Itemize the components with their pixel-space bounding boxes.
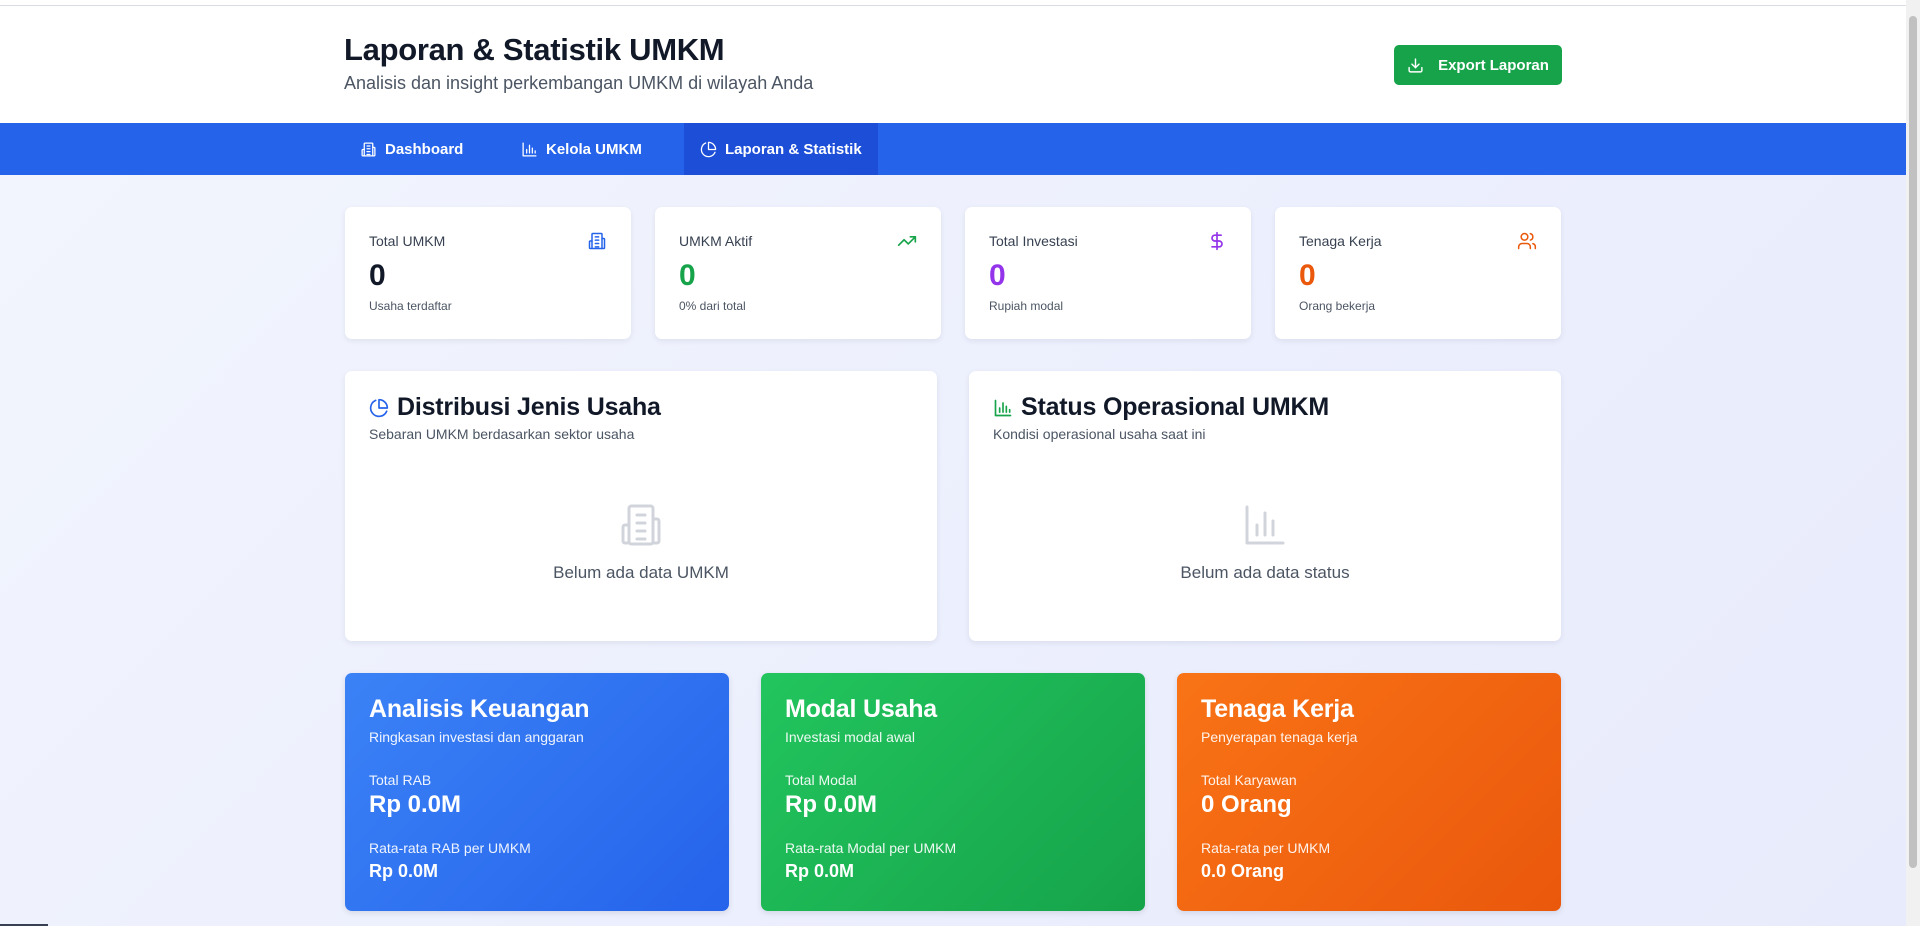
download-icon bbox=[1408, 57, 1423, 73]
vertical-scrollbar[interactable] bbox=[1906, 0, 1920, 926]
stat-label: Total Investasi bbox=[989, 233, 1078, 249]
stat-note: Rupiah modal bbox=[989, 299, 1064, 313]
building-icon bbox=[588, 232, 606, 250]
page-title: Laporan & Statistik UMKM bbox=[344, 32, 725, 67]
dollar-icon bbox=[1211, 231, 1223, 251]
scrollbar-thumb[interactable] bbox=[1909, 16, 1917, 868]
stat-card-tenaga-kerja: Tenaga Kerja 0 Orang bekerja bbox=[1275, 207, 1561, 339]
stat-card-total-investasi: Total Investasi 0 Rupiah modal bbox=[965, 207, 1251, 339]
card-label: Rata-rata per UMKM bbox=[1201, 840, 1331, 856]
card-label: Rata-rata Modal per UMKM bbox=[785, 840, 957, 856]
card-value: Rp 0.0M bbox=[785, 861, 855, 881]
card-value: Rp 0.0M bbox=[369, 791, 462, 818]
panel-title: Distribusi Jenis Usaha bbox=[369, 393, 661, 422]
panel-title-text: Distribusi Jenis Usaha bbox=[397, 393, 661, 421]
tab-dashboard[interactable]: Dashboard bbox=[344, 123, 479, 175]
card-label: Total Karyawan bbox=[1201, 772, 1297, 788]
page-subtitle: Analisis dan insight perkembangan UMKM d… bbox=[344, 73, 814, 93]
stat-value: 0 bbox=[989, 259, 1006, 292]
card-label: Total Modal bbox=[785, 772, 857, 788]
main-nav: Dashboard Kelola UMKM Laporan & Statisti… bbox=[0, 123, 1906, 175]
card-tenaga-kerja: Tenaga Kerja Penyerapan tenaga kerja Tot… bbox=[1177, 673, 1561, 911]
stat-value: 0 bbox=[1299, 259, 1316, 292]
bar-chart-icon bbox=[522, 141, 537, 157]
tab-dashboard-label: Dashboard bbox=[385, 140, 464, 158]
panel-title: Status Operasional UMKM bbox=[993, 393, 1329, 422]
card-title: Modal Usaha bbox=[785, 695, 937, 723]
card-label: Total RAB bbox=[369, 772, 432, 788]
stat-note: 0% dari total bbox=[679, 299, 746, 313]
card-value: 0 Orang bbox=[1201, 791, 1292, 818]
card-value: Rp 0.0M bbox=[785, 791, 878, 818]
card-subtitle: Ringkasan investasi dan anggaran bbox=[369, 729, 584, 745]
building-icon bbox=[621, 504, 661, 546]
panel-distribusi-jenis-usaha: Distribusi Jenis Usaha Sebaran UMKM berd… bbox=[345, 371, 937, 641]
card-analisis-keuangan: Analisis Keuangan Ringkasan investasi da… bbox=[345, 673, 729, 911]
export-report-button[interactable]: Export Laporan bbox=[1394, 45, 1562, 85]
panel-status-operasional: Status Operasional UMKM Kondisi operasio… bbox=[969, 371, 1561, 641]
stat-label: Tenaga Kerja bbox=[1299, 233, 1382, 249]
tab-kelola-umkm[interactable]: Kelola UMKM bbox=[505, 123, 658, 175]
building-icon bbox=[361, 141, 376, 157]
card-value: 0.0 Orang bbox=[1201, 861, 1285, 881]
export-report-label: Export Laporan bbox=[1438, 56, 1549, 74]
stat-card-umkm-aktif: UMKM Aktif 0 0% dari total bbox=[655, 207, 941, 339]
page-header: Laporan & Statistik UMKM Analisis dan in… bbox=[0, 6, 1906, 123]
card-title: Tenaga Kerja bbox=[1201, 695, 1354, 723]
tab-laporan-statistik-label: Laporan & Statistik bbox=[725, 140, 862, 158]
bar-chart-icon bbox=[994, 399, 1012, 416]
card-subtitle: Investasi modal awal bbox=[785, 729, 915, 745]
stat-label: UMKM Aktif bbox=[679, 233, 753, 249]
trending-up-icon bbox=[897, 236, 917, 246]
bar-chart-icon bbox=[1245, 505, 1285, 545]
tab-laporan-statistik[interactable]: Laporan & Statistik bbox=[684, 123, 878, 175]
panel-subtitle: Sebaran UMKM berdasarkan sektor usaha bbox=[369, 426, 635, 442]
users-icon bbox=[1517, 232, 1537, 250]
empty-state-text: Belum ada data status bbox=[1180, 563, 1350, 582]
pie-chart-icon bbox=[369, 398, 389, 417]
tab-kelola-umkm-label: Kelola UMKM bbox=[546, 140, 642, 158]
card-modal-usaha: Modal Usaha Investasi modal awal Total M… bbox=[761, 673, 1145, 911]
stat-note: Usaha terdaftar bbox=[369, 299, 452, 313]
panel-title-text: Status Operasional UMKM bbox=[1021, 393, 1329, 421]
stat-card-total-umkm: Total UMKM 0 Usaha terdaftar bbox=[345, 207, 631, 339]
stat-value: 0 bbox=[369, 259, 386, 292]
pie-chart-icon bbox=[700, 141, 717, 157]
panel-subtitle: Kondisi operasional usaha saat ini bbox=[993, 426, 1206, 442]
card-subtitle: Penyerapan tenaga kerja bbox=[1201, 729, 1358, 745]
stat-note: Orang bekerja bbox=[1299, 299, 1376, 313]
stat-value: 0 bbox=[679, 259, 696, 292]
card-label: Rata-rata RAB per UMKM bbox=[369, 840, 531, 856]
card-title: Analisis Keuangan bbox=[369, 695, 590, 723]
empty-state-text: Belum ada data UMKM bbox=[553, 563, 729, 582]
stat-label: Total UMKM bbox=[369, 233, 446, 249]
card-value: Rp 0.0M bbox=[369, 861, 439, 881]
